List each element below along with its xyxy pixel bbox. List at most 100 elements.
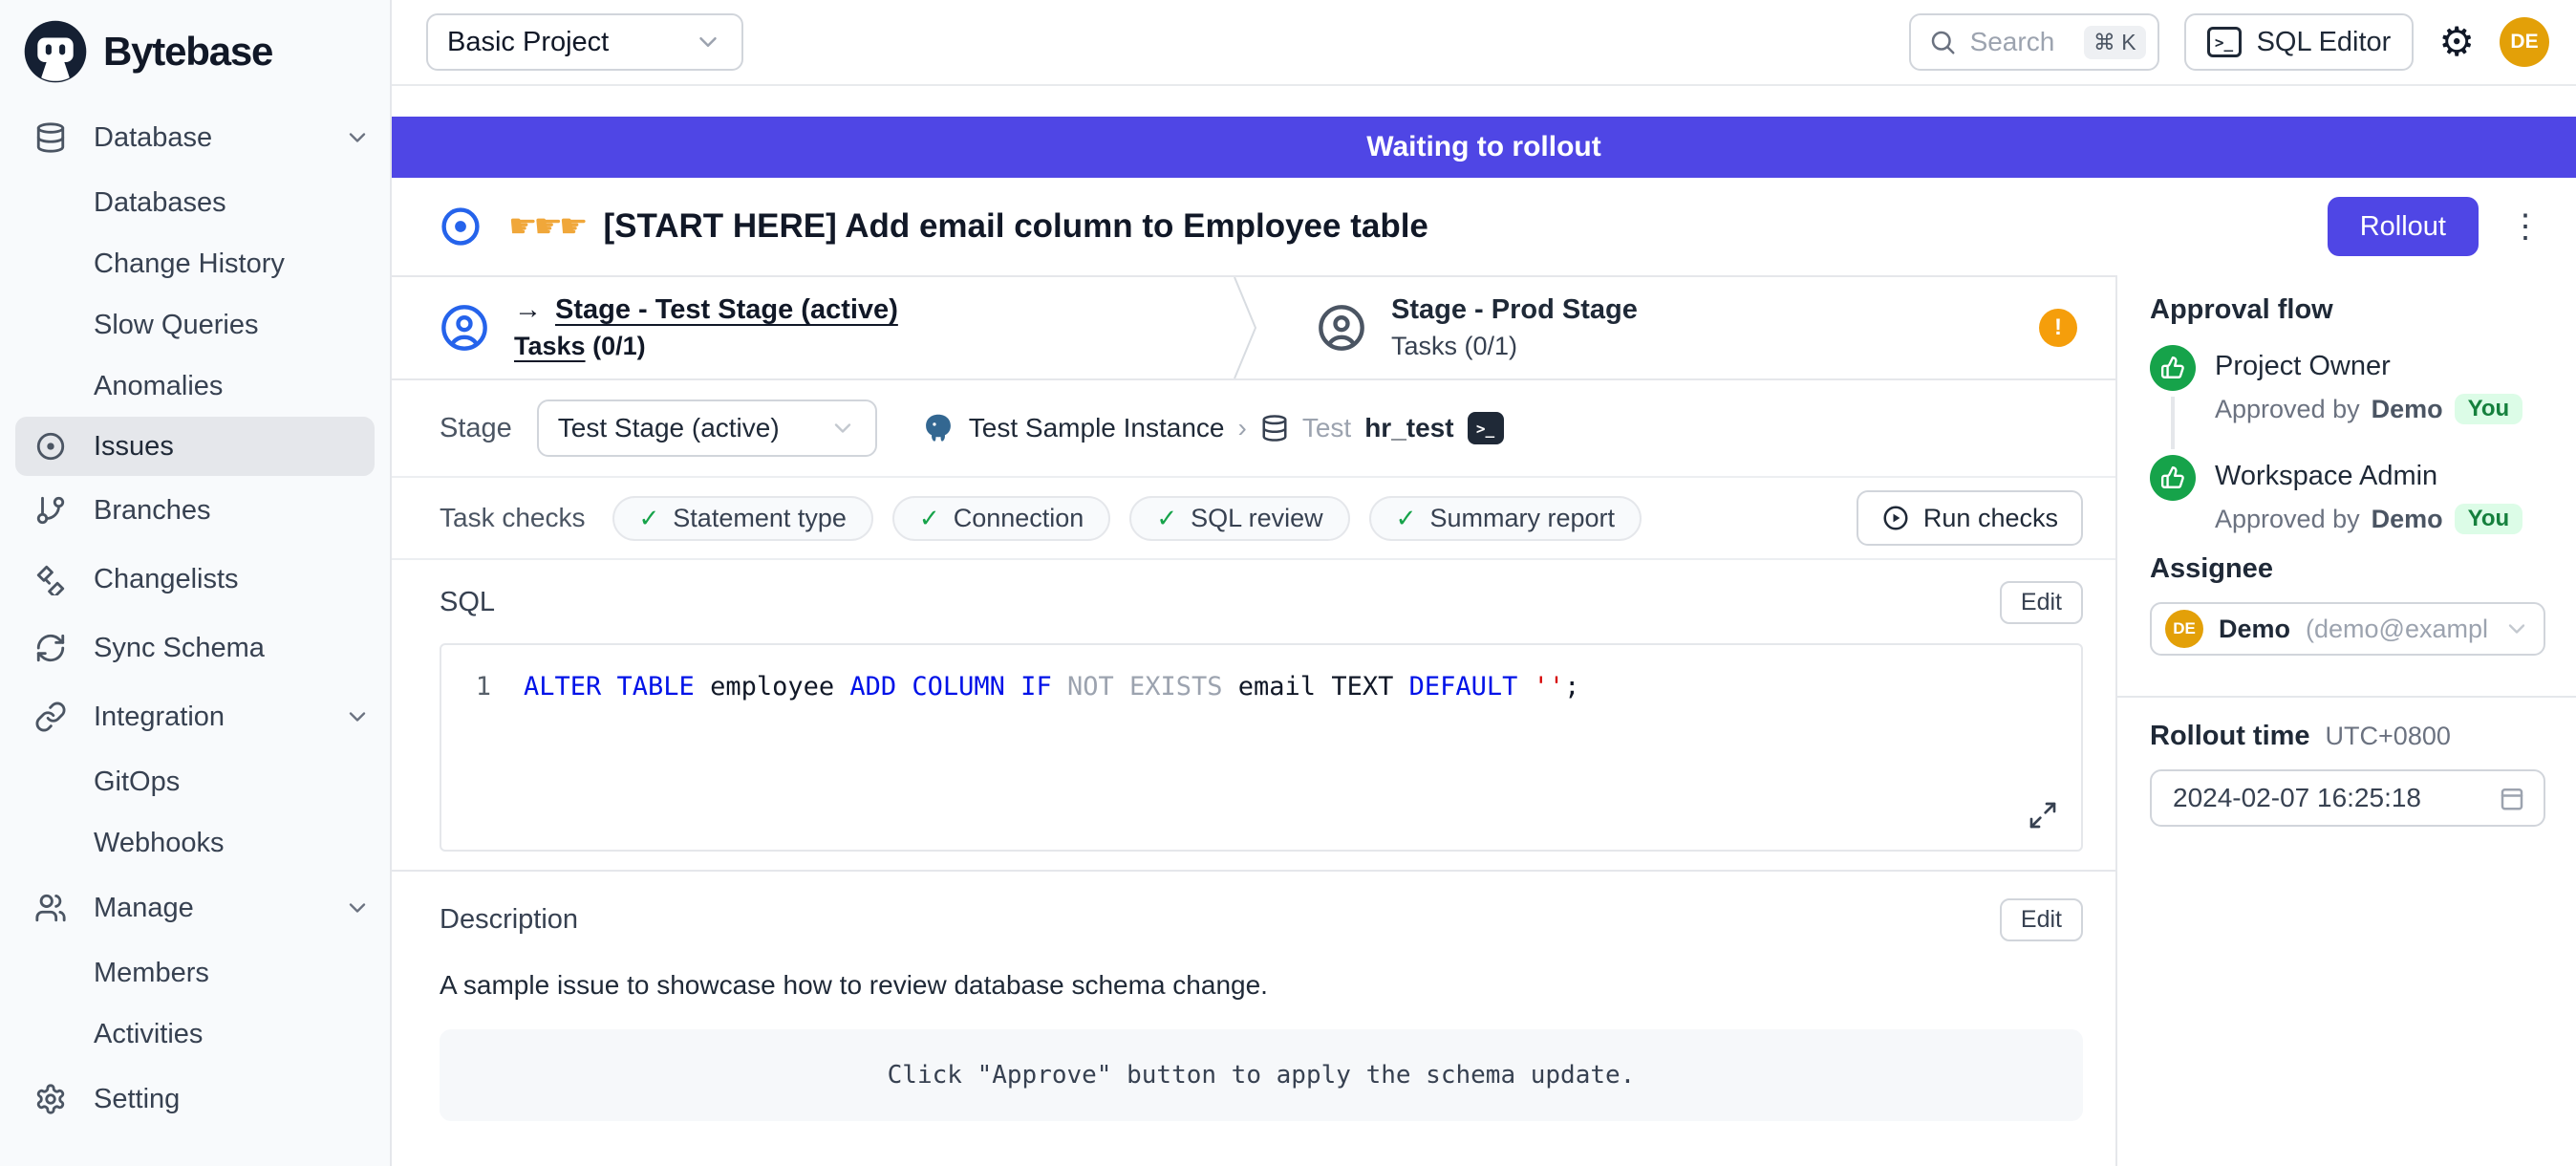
description-edit-button[interactable]: Edit [2000,898,2083,941]
terminal-icon: >_ [2207,27,2242,57]
approval-flow-heading: Approval flow [2150,294,2545,326]
user-circle-icon [440,303,489,353]
kebab-menu-icon[interactable]: ⋮ [2509,207,2542,246]
thumbs-up-icon [2150,345,2196,391]
check-mark-icon: ✓ [1396,504,1417,533]
rollout-time-heading: Rollout time UTC+0800 [2150,721,2545,752]
link-icon [34,701,67,733]
database-breadcrumb: Test Sample Instance › Test hr_test >_ [921,411,1504,445]
database-icon [1260,414,1289,443]
chevron-down-icon [344,703,371,730]
step-connector [2171,397,2175,449]
database-icon [34,121,67,154]
sidebar-item-activities[interactable]: Activities [0,1004,390,1065]
users-icon [34,892,67,924]
instance-name[interactable]: Test Sample Instance [969,413,1225,443]
expand-icon[interactable] [2028,800,2058,831]
timezone-label: UTC+0800 [2326,722,2451,751]
check-pill-statement-type[interactable]: ✓ Statement type [612,496,873,541]
thumbs-up-icon [2150,455,2196,501]
stage-name[interactable]: Stage - Test Stage (active) [555,294,898,326]
postgresql-icon [921,411,955,445]
description-code-note: Click "Approve" button to apply the sche… [440,1029,2083,1121]
you-badge: You [2455,394,2523,424]
assignee-heading: Assignee [2150,553,2545,585]
rollout-time-input[interactable]: 2024-02-07 16:25:18 [2150,769,2545,827]
approval-role: Workspace Admin [2215,461,2522,492]
sidebar-item-issues[interactable]: Issues [15,417,375,476]
chevron-down-icon [2503,615,2530,642]
bytebase-logo[interactable]: Bytebase [0,0,390,96]
sidebar-item-members[interactable]: Members [0,942,390,1004]
issue-title: [START HERE] Add email column to Employe… [603,207,1428,246]
project-selector[interactable]: Basic Project [426,13,743,71]
sidebar-item-anomalies[interactable]: Anomalies [0,356,390,417]
tasks-count: (0/1) [592,332,646,360]
rollout-button[interactable]: Rollout [2328,197,2479,256]
sql-editor-button[interactable]: >_ SQL Editor [2184,13,2415,71]
sql-editor[interactable]: 1 ALTER TABLE employee ADD COLUMN IF NOT… [440,643,2083,852]
search-input[interactable]: Search ⌘ K [1909,13,2159,71]
description-section: Description Edit A sample issue to showc… [392,872,2115,1121]
description-heading: Description [440,904,578,936]
sidebar-item-gitops[interactable]: GitOps [0,751,390,812]
panel-divider [2117,696,2576,698]
topbar: Basic Project Search ⌘ K >_ SQL Editor ⚙… [392,0,2576,86]
chevron-right-icon: › [1238,413,1247,443]
issue-status-icon [440,205,482,248]
sidebar-item-change-history[interactable]: Change History [0,233,390,294]
check-pill-summary-report[interactable]: ✓ Summary report [1369,496,1642,541]
check-pill-sql-review[interactable]: ✓ SQL review [1129,496,1349,541]
stage-chevron-separator [1233,277,1259,378]
bytebase-app: Bytebase Database Databases Change Histo… [0,0,2576,1166]
stage-select[interactable]: Test Stage (active) [537,399,877,457]
sidebar-item-manage[interactable]: Manage [0,874,390,942]
database-name[interactable]: hr_test [1364,413,1453,443]
sql-section: SQL Edit 1 ALTER TABLE employee ADD COLU… [392,560,2115,872]
user-circle-icon [1317,303,1366,353]
settings-gear-icon[interactable]: ⚙ [2438,22,2475,62]
calendar-icon [2498,784,2526,812]
sidebar-item-sync-schema[interactable]: Sync Schema [0,614,390,682]
chevron-down-icon [344,124,371,151]
run-checks-button[interactable]: Run checks [1857,490,2083,546]
stage-selector-row: Stage Test Stage (active) Test Sample In… [392,380,2115,478]
approval-step: Workspace Admin Approved by Demo You [2150,455,2545,534]
search-icon [1928,28,1957,56]
search-placeholder: Search [1970,27,2055,57]
tasks-link[interactable]: Tasks [514,332,586,360]
stage-tab-test[interactable]: → Stage - Test Stage (active) Tasks (0/1… [392,277,1233,378]
approval-step: Project Owner Approved by Demo You [2150,345,2545,455]
sidebar-item-integration[interactable]: Integration [0,682,390,751]
sidebar-nav: Database Databases Change History Slow Q… [0,96,390,1134]
stage-tab-prod[interactable]: Stage - Prod Stage Tasks (0/1) ! [1259,277,2115,378]
sidebar: Bytebase Database Databases Change Histo… [0,0,392,1166]
chevron-down-icon [829,415,856,442]
open-sql-editor-icon[interactable]: >_ [1468,412,1504,444]
sql-heading: SQL [440,587,495,618]
issue-body: → Stage - Test Stage (active) Tasks (0/1… [392,275,2576,1166]
sql-edit-button[interactable]: Edit [2000,581,2083,624]
sidebar-item-slow-queries[interactable]: Slow Queries [0,294,390,356]
issue-title-row: ☛☛☛ [START HERE] Add email column to Emp… [392,178,2576,275]
sidebar-item-webhooks[interactable]: Webhooks [0,812,390,874]
assignee-select[interactable]: DE Demo (demo@example [2150,602,2545,656]
sidebar-item-database[interactable]: Database [0,103,390,172]
user-avatar[interactable]: DE [2500,17,2549,67]
approval-role: Project Owner [2215,351,2522,382]
main-column: Basic Project Search ⌘ K >_ SQL Editor ⚙… [392,0,2576,1166]
sidebar-item-label: Database [94,122,212,154]
chevron-down-icon [344,895,371,921]
git-branch-icon [34,494,67,527]
check-pill-connection[interactable]: ✓ Connection [892,496,1110,541]
stage-strip: → Stage - Test Stage (active) Tasks (0/1… [392,275,2115,380]
sidebar-item-databases[interactable]: Databases [0,172,390,233]
bytebase-wordmark: Bytebase [103,29,272,75]
sidebar-item-setting[interactable]: Setting [0,1065,390,1134]
you-badge: You [2455,504,2523,534]
sidebar-item-branches[interactable]: Branches [0,476,390,545]
stage-label: Stage [440,413,512,444]
play-circle-icon [1881,504,1910,532]
sidebar-item-changelists[interactable]: Changelists [0,545,390,614]
issue-content: → Stage - Test Stage (active) Tasks (0/1… [392,275,2115,1166]
